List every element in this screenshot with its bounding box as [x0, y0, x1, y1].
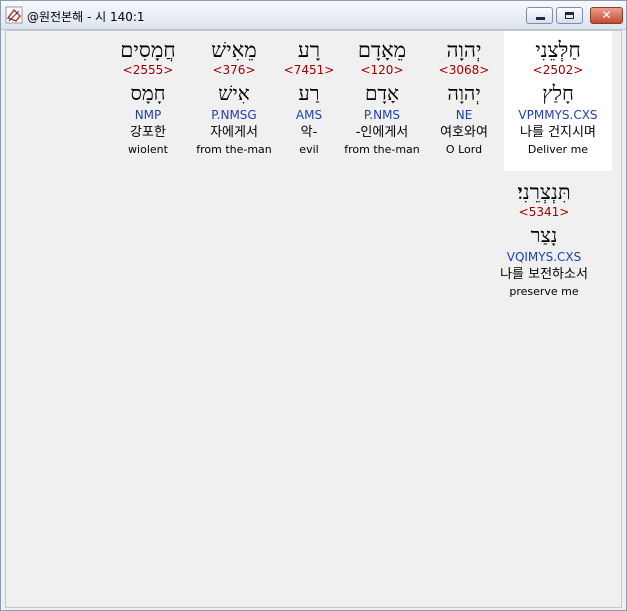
word-english: wiolent [128, 143, 168, 156]
word-hebrew: יְהוָה [446, 38, 482, 62]
word-korean: 여호와여 [440, 125, 488, 140]
word-lemma: חָלַץ [542, 81, 574, 105]
word-lemma: יְהוָה [447, 81, 481, 105]
maximize-button[interactable] [556, 7, 583, 24]
close-icon: ✕ [601, 8, 612, 22]
word-strong-number[interactable]: <2502> [512, 63, 604, 77]
word-hebrew: תִּנְצְרֵנִי׃ [517, 180, 571, 204]
word-korean: 나를 건지시며 [520, 125, 596, 140]
word-korean: 자에게서 [210, 125, 258, 140]
interlinear-panel: חַלְּצֵנִי <2502> חָלַץ VPMMYS.CXS 나를 건지… [5, 30, 622, 608]
word-lemma: נָצַר [530, 223, 558, 247]
word-english: O Lord [445, 143, 483, 156]
word-block[interactable]: חֲמָסִים <2555> חָמָס NMP 강포한 wiolent [102, 37, 194, 157]
word-block[interactable]: תִּנְצְרֵנִי׃ <5341> נָצַר VQIMYS.CXS 나를… [484, 179, 604, 299]
word-english: Deliver me [527, 143, 589, 156]
word-english: preserve me [509, 285, 579, 298]
word-strong-number[interactable]: <376> [188, 63, 280, 77]
word-lemma: אִישׁ [218, 81, 250, 105]
word-strong-number[interactable]: <2555> [102, 63, 194, 77]
word-hebrew: חַלְּצֵנִי [535, 38, 581, 62]
app-window: @원전본해 - 시 140:1 ✕ חַלְּצֵנִי <2502> חָלַ… [0, 0, 627, 611]
word-korean: 강포한 [130, 125, 166, 140]
title-bar[interactable]: @원전본해 - 시 140:1 ✕ [1, 1, 626, 30]
word-parsing: VPMMYS.CXS [518, 108, 598, 122]
word-parsing: P.NMSG [211, 108, 257, 122]
word-block[interactable]: מֵאִישׁ <376> אִישׁ P.NMSG 자에게서 from the… [188, 37, 280, 157]
word-strong-number[interactable]: <5341> [484, 205, 604, 219]
word-parsing: NE [455, 108, 473, 122]
app-logo-icon [5, 6, 23, 24]
word-block[interactable]: חַלְּצֵנִי <2502> חָלַץ VPMMYS.CXS 나를 건지… [512, 37, 604, 157]
maximize-icon [565, 12, 574, 19]
minimize-icon [536, 17, 545, 20]
close-button[interactable]: ✕ [590, 7, 623, 24]
window-title: @원전본해 - 시 140:1 [27, 10, 145, 24]
word-parsing: NMP [134, 108, 162, 122]
minimize-button[interactable] [526, 7, 553, 24]
word-english: from the-man [196, 143, 272, 156]
word-korean: 나를 보전하소서 [500, 267, 588, 282]
word-strong-number[interactable]: <3068> [418, 63, 510, 77]
word-parsing: VQIMYS.CXS [506, 250, 582, 264]
word-hebrew: מֵאִישׁ [211, 38, 257, 62]
word-hebrew: חֲמָסִים [120, 38, 176, 62]
word-lemma: חָמָס [130, 81, 166, 105]
word-block[interactable]: יְהוָה <3068> יְהוָה NE 여호와여 O Lord [418, 37, 510, 157]
